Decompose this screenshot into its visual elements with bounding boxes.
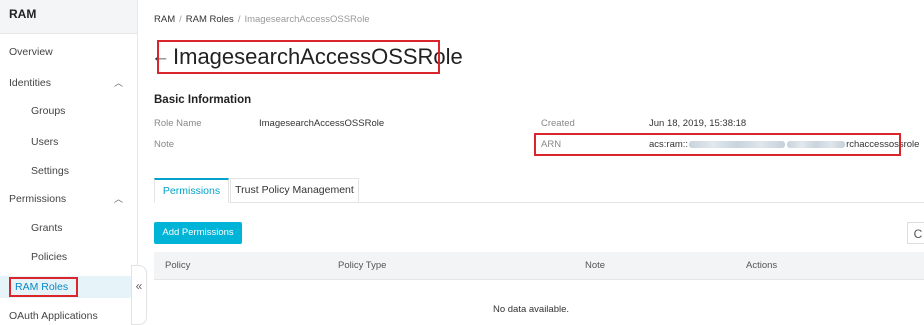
title-highlight-box [157,40,440,74]
sidebar-item-label: Policies [31,251,68,263]
breadcrumb: RAM / RAM Roles / ImagesearchAccessOSSRole [154,14,370,25]
sidebar-item-permissions[interactable]: Permissions ︿ [0,188,137,210]
sidebar-item-identities[interactable]: Identities ︿ [0,72,137,94]
main-content: RAM / RAM Roles / ImagesearchAccessOSSRole ←… [138,0,924,325]
table-header: Policy Policy Type Note Actions [154,252,924,280]
sidebar-item-policies[interactable]: Policies [0,246,137,268]
breadcrumb-ram[interactable]: RAM [154,14,175,25]
created-label: Created [541,118,575,129]
refresh-icon[interactable]: C [907,222,924,244]
sidebar-item-oauth-applications[interactable]: OAuth Applications [0,305,137,325]
role-name-value: ImagesearchAccessOSSRole [259,118,385,129]
tab-permissions[interactable]: Permissions [154,178,229,203]
sidebar-item-label: Grants [31,222,63,234]
sidebar-item-label: Permissions [9,193,67,205]
sidebar-item-label: Users [31,136,59,148]
column-header-policy: Policy [165,260,191,271]
column-header-actions: Actions [746,260,778,271]
section-title-basic-information: Basic Information [154,94,252,106]
breadcrumb-ram-roles[interactable]: RAM Roles [186,14,234,25]
sidebar-item-label: Identities [9,77,52,89]
sidebar-item-settings[interactable]: Settings [0,160,137,182]
sidebar-item-grants[interactable]: Grants [0,217,137,239]
empty-state-text: No data available. [492,304,570,315]
sidebar-item-label: Groups [31,105,66,117]
tab-trust-policy-management[interactable]: Trust Policy Management [230,178,359,203]
breadcrumb-current: ImagesearchAccessOSSRole [244,14,370,25]
arn-highlight-box [534,133,901,156]
sidebar-item-groups[interactable]: Groups [0,100,137,122]
add-permissions-button[interactable]: Add Permissions [154,222,242,244]
sidebar-item-overview[interactable]: Overview [0,41,137,63]
ram-roles-highlight-box [9,277,78,297]
sidebar-item-label: OAuth Applications [9,310,98,322]
note-label: Note [154,139,175,150]
breadcrumb-separator: / [179,14,182,25]
created-value: Jun 18, 2019, 15:38:18 [649,118,747,129]
breadcrumb-separator: / [237,14,241,25]
chevron-up-icon: ︿ [113,78,123,88]
column-header-note: Note [585,260,606,271]
chevron-up-icon: ︿ [113,194,123,204]
sidebar-item-users[interactable]: Users [0,131,137,153]
sidebar-title: RAM [0,0,137,34]
column-header-policy-type: Policy Type [338,260,387,271]
sidebar-item-label: Overview [9,46,53,58]
sidebar-item-label: Settings [31,165,69,177]
sidebar: RAM Overview Identities ︿ Groups Users S… [0,0,138,325]
role-name-label: Role Name [154,118,202,129]
